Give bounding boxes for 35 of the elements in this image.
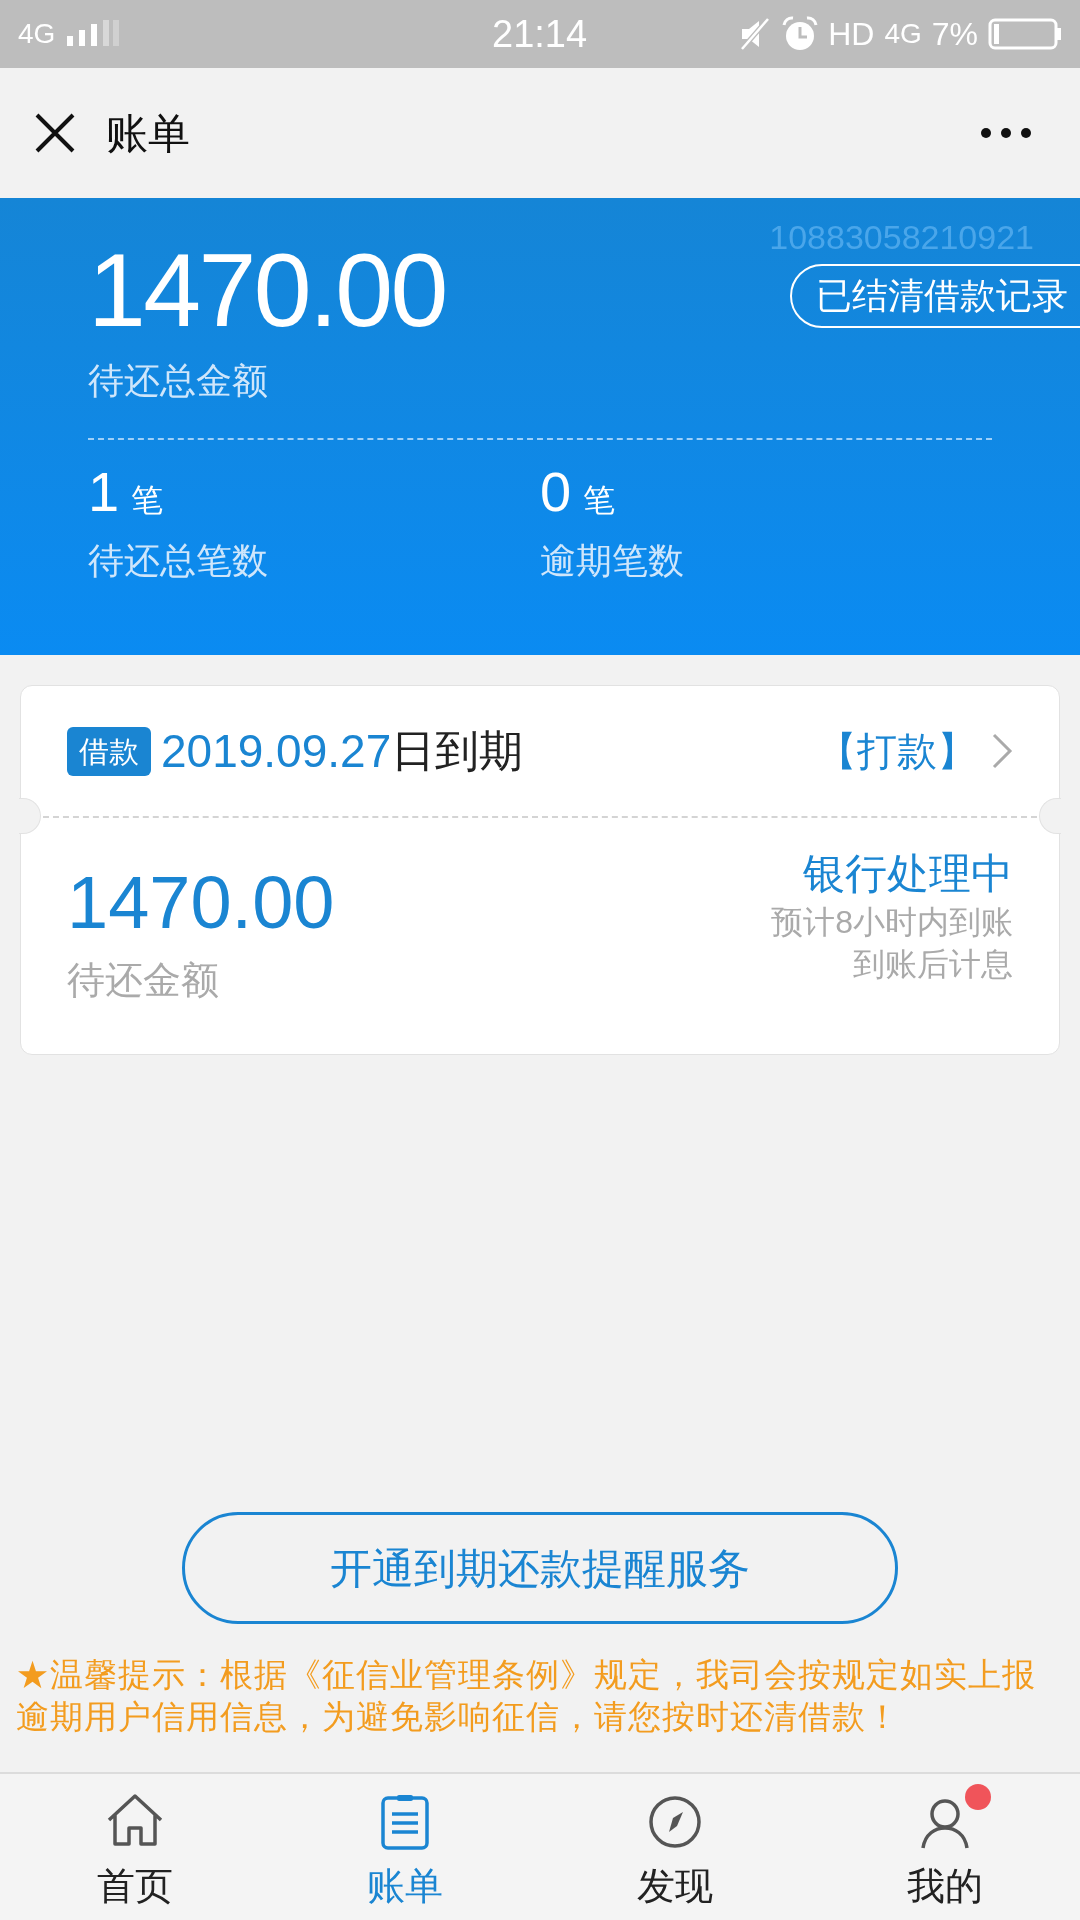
hd-label: HD — [828, 15, 875, 54]
total-label: 待还总金额 — [88, 359, 268, 403]
transfer-link[interactable]: 【打款】 — [817, 721, 977, 781]
count-label: 逾期笔数 — [540, 539, 684, 583]
loan-tag: 借款 — [67, 726, 151, 776]
more-icon[interactable] — [980, 127, 1032, 139]
amount: 1470.00 — [67, 866, 335, 940]
notice-text: ★温馨提示：根据《征信业管理条例》规定，我司会按规定如实上报逾期用户信用信息，为避免影响征信，请您按时还清借款！ — [15, 1655, 1037, 1737]
records-button[interactable]: 已结清借款记录 — [790, 264, 1080, 328]
amount-label: 待还金额 — [67, 958, 220, 1003]
alarm-icon — [782, 16, 819, 52]
close-icon[interactable] — [34, 112, 76, 154]
due-date: 2019.09.27 — [161, 723, 392, 779]
count-unit: 笔 — [583, 481, 616, 520]
page-title: 账单 — [106, 108, 190, 159]
nav-tab[interactable]: 我的 — [810, 1774, 1080, 1920]
network-label: 4G — [884, 17, 922, 51]
count-value: 1 — [88, 464, 120, 520]
due-label: 日到期 — [391, 725, 524, 777]
count-value: 0 — [540, 464, 572, 520]
nav-tab[interactable]: 发现 — [540, 1774, 810, 1920]
signal-icon — [65, 20, 122, 48]
nav-tab[interactable]: 账单 — [270, 1774, 540, 1920]
status-note: 到账后计息 — [853, 944, 1013, 984]
reminder-button[interactable]: 开通到期还款提醒服务 — [182, 1512, 898, 1624]
battery-label: 7% — [931, 15, 978, 54]
nav-tab[interactable]: 首页 — [0, 1774, 270, 1920]
count-unit: 笔 — [131, 481, 164, 520]
clock-time: 21:14 — [492, 11, 588, 57]
count-label: 待还总笔数 — [88, 539, 269, 583]
status-note: 预计8小时内到账 — [771, 902, 1013, 942]
network-label: 4G — [18, 17, 56, 51]
battery-icon — [988, 18, 1062, 50]
status-label: 银行处理中 — [803, 849, 1013, 899]
total-amount: 1470.00 — [88, 238, 446, 342]
